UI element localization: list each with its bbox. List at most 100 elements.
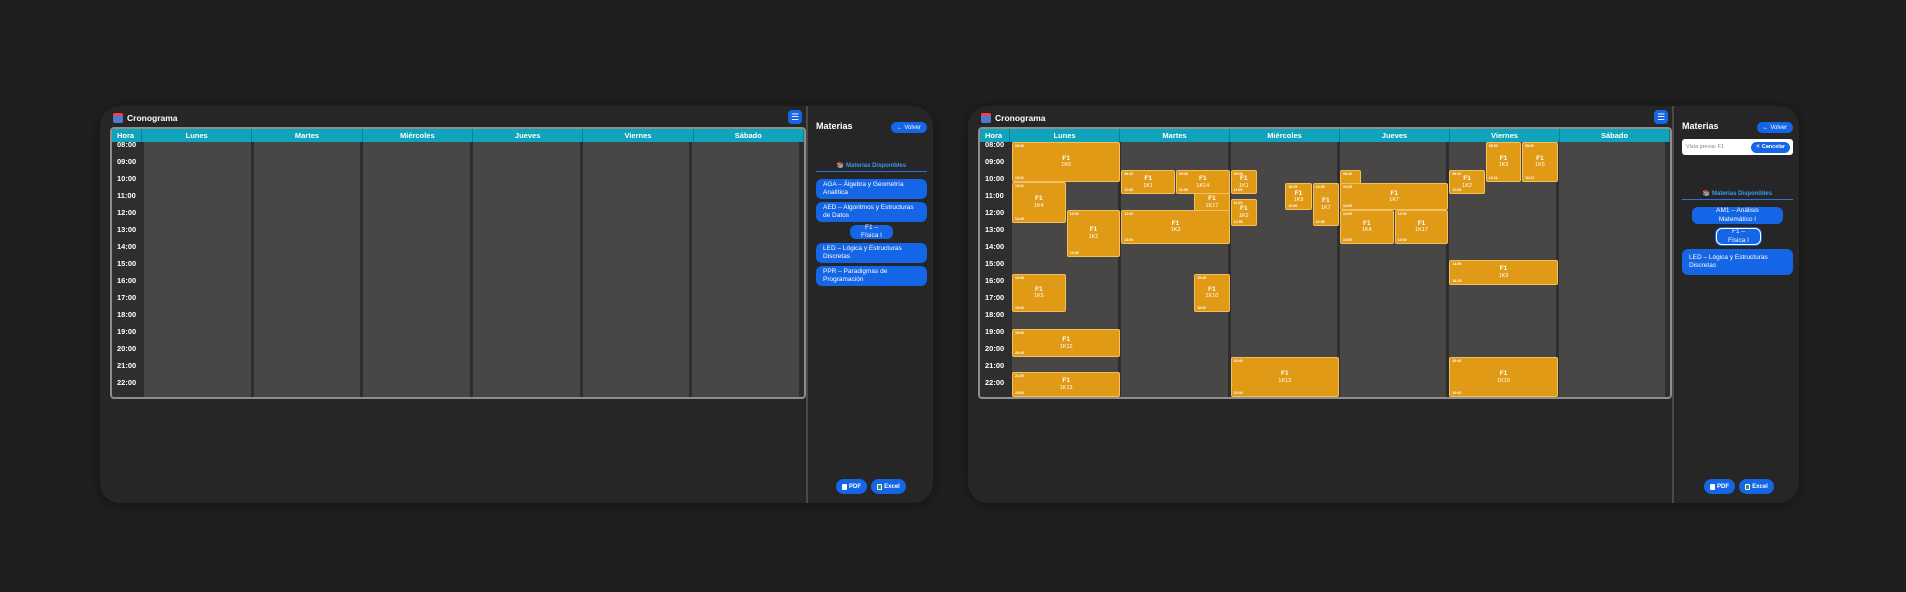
class-group: 1K9 <box>1498 272 1509 279</box>
class-group: 1K13 <box>1059 384 1073 391</box>
class-group: 1K9 <box>1293 197 1304 204</box>
subject-aed[interactable]: AED – Algoritmos y Estructuras de Datos <box>816 202 927 222</box>
class-block[interactable]: 09:40 F1 1K2 11:05 <box>1449 170 1485 195</box>
class-block[interactable]: 12:00 F1 1K3 14:00 <box>1121 210 1230 244</box>
class-end-time: 18:00 <box>1197 306 1207 310</box>
cancel-preview-button[interactable]: ✕ Cancelar <box>1750 141 1790 153</box>
class-block[interactable]: 10:25 F1 1K9 12:00 <box>1285 183 1312 210</box>
class-start-time: 12:00 <box>1343 212 1352 216</box>
subject-am1[interactable]: AM1 – Análisis Matemático I <box>1692 207 1783 224</box>
hour-label: 17:00 <box>117 293 137 302</box>
class-block[interactable]: 21:30 F1 1K13 23:00 <box>1012 371 1121 397</box>
day-column[interactable] <box>251 142 362 397</box>
class-label: F1 1K7 <box>1314 197 1338 211</box>
subject-f1[interactable]: F1 – Física I <box>850 224 893 239</box>
class-block[interactable]: 09:40 F1 1K1 11:05 <box>1230 170 1257 195</box>
export-excel-button[interactable]: Excel <box>871 479 906 494</box>
class-block[interactable]: 12:00 F1 1K17 14:00 <box>1394 210 1449 244</box>
app-window-preview: Cronograma ☰ Hora Lunes Martes Miércoles Jue… <box>968 106 1799 503</box>
class-label: F1 1K1 <box>1232 175 1256 189</box>
hour-label: 22:00 <box>985 378 1005 387</box>
class-label: F1 1K4 <box>1341 220 1393 234</box>
subject-led[interactable]: LED – Lógica y Estructuras Discretas <box>816 243 927 263</box>
day-header: Jueves <box>1340 129 1450 142</box>
class-label: F1 1K9 <box>1286 190 1310 204</box>
class-start-time: 12:00 <box>1124 212 1134 216</box>
day-column[interactable] <box>690 142 800 397</box>
day-header: Martes <box>252 129 363 142</box>
class-block[interactable]: 14:55 F1 1K9 16:25 <box>1449 259 1558 286</box>
class-block[interactable]: 15:45 F1 1K5 18:00 <box>1012 273 1066 312</box>
class-start-time: 10:25 <box>1315 185 1325 190</box>
class-end-time: 18:00 <box>1015 306 1024 310</box>
export-excel-button[interactable]: Excel <box>1739 479 1774 494</box>
class-subject: F1 <box>1281 370 1289 378</box>
calendar-icon <box>113 113 123 123</box>
class-block[interactable]: 11:20 F1 1K2 12:55 <box>1230 198 1257 226</box>
preview-search-field[interactable]: Vista previa: F1 ✕ Cancelar <box>1682 139 1793 155</box>
subject-aga[interactable]: AGA – Álgebra y Geometría Analítica <box>816 179 927 199</box>
hour-label: 13:00 <box>117 225 137 234</box>
class-block[interactable]: 19:00 F1 1K12 20:40 <box>1012 329 1121 358</box>
subject-f1-selected[interactable]: F1 – Física I <box>1716 228 1761 245</box>
class-block[interactable]: 10:25 F1 1K7 12:55 <box>1312 183 1339 226</box>
class-group: 1K7 <box>1389 197 1400 204</box>
class-end-time: 10:21 <box>1015 175 1024 180</box>
class-block[interactable]: 12:00 F1 1K4 14:00 <box>1340 210 1394 244</box>
class-block[interactable]: 20:40 F1 1K10 23:00 <box>1449 357 1558 397</box>
class-start-time: 10:21 <box>1015 183 1024 188</box>
class-subject: F1 <box>1322 197 1330 205</box>
back-button[interactable]: ← Volver <box>1756 122 1793 133</box>
class-group: 1K5 <box>1033 293 1044 300</box>
hour-label: 09:00 <box>117 157 137 166</box>
class-subject: F1 <box>1144 175 1152 183</box>
hour-label: 15:00 <box>985 259 1005 268</box>
class-label: F1 1K5 <box>1523 155 1556 169</box>
class-subject: F1 <box>1089 226 1098 234</box>
hamburger-icon: ☰ <box>790 111 800 122</box>
hour-label: 08:00 <box>985 140 1005 149</box>
class-block[interactable]: 08:00 F1 1K5 10:21 <box>1522 142 1558 182</box>
app-title: Cronograma <box>127 113 178 123</box>
class-start-time: 15:45 <box>1197 275 1207 280</box>
class-label: F1 1K10 <box>1450 370 1556 384</box>
class-subject: F1 <box>1062 155 1070 163</box>
day-column[interactable] <box>361 142 471 397</box>
subject-ppr[interactable]: PPR – Paradigmas de Programación <box>816 266 927 286</box>
menu-button[interactable]: ☰ <box>788 110 802 124</box>
export-pdf-button[interactable]: PDF <box>836 479 867 494</box>
class-block[interactable]: 12:00 F1 1K2 14:45 <box>1066 210 1121 257</box>
class-end-time: 12:00 <box>1288 203 1298 208</box>
day-header: Lunes <box>1010 129 1120 142</box>
class-block[interactable]: 10:25 F1 1K7 12:00 <box>1340 183 1449 210</box>
hour-labels: 08:00 09:00 10:00 11:00 12:00 13:00 14:00 15:00… <box>112 140 142 397</box>
class-block[interactable]: 15:45 F1 1K10 18:00 <box>1194 273 1230 312</box>
class-start-time: 12:00 <box>1397 212 1407 216</box>
class-group: 1K13 <box>1278 377 1292 384</box>
day-column[interactable] <box>471 142 581 397</box>
class-block[interactable]: 09:40 F1 1K1 11:05 <box>1121 170 1175 195</box>
menu-button[interactable]: ☰ <box>1654 110 1668 124</box>
grid-body: 08:00 09:00 10:00 11:00 12:00 13:00 14:00 15:00… <box>980 140 1670 397</box>
hour-label: 12:00 <box>985 208 1005 217</box>
back-button[interactable]: ← Volver <box>890 122 927 133</box>
class-block[interactable]: 10:21 F1 1K4 12:45 <box>1012 181 1066 223</box>
hour-label: 11:00 <box>117 191 136 200</box>
class-block[interactable]: 08:00 F1 1K3 10:21 <box>1485 142 1522 182</box>
class-subject: F1 <box>1035 285 1043 293</box>
day-column[interactable] <box>1556 142 1666 397</box>
class-start-time: 10:25 <box>1288 185 1298 190</box>
class-label: F1 1K3 <box>1487 155 1520 169</box>
day-column[interactable] <box>580 142 691 397</box>
subject-led[interactable]: LED – Lógica y Estructuras Discretas <box>1682 249 1793 275</box>
class-end-time: 10:21 <box>1488 175 1498 180</box>
class-block[interactable]: 09:40 F1 1K14 11:05 <box>1176 170 1230 195</box>
class-subject: F1 <box>1499 155 1508 163</box>
class-block[interactable]: 20:40 F1 1K13 23:00 <box>1230 357 1339 397</box>
class-block[interactable]: 08:00 F1 1K6 10:21 <box>1012 142 1121 182</box>
export-pdf-button[interactable]: PDF <box>1704 479 1735 494</box>
day-header: Viernes <box>583 129 694 142</box>
schedule-grid: Hora Lunes Martes Miércoles Jueves Viernes Sáb… <box>110 127 806 399</box>
day-column[interactable] <box>142 142 252 397</box>
class-label: F1 1K10 <box>1195 286 1228 300</box>
